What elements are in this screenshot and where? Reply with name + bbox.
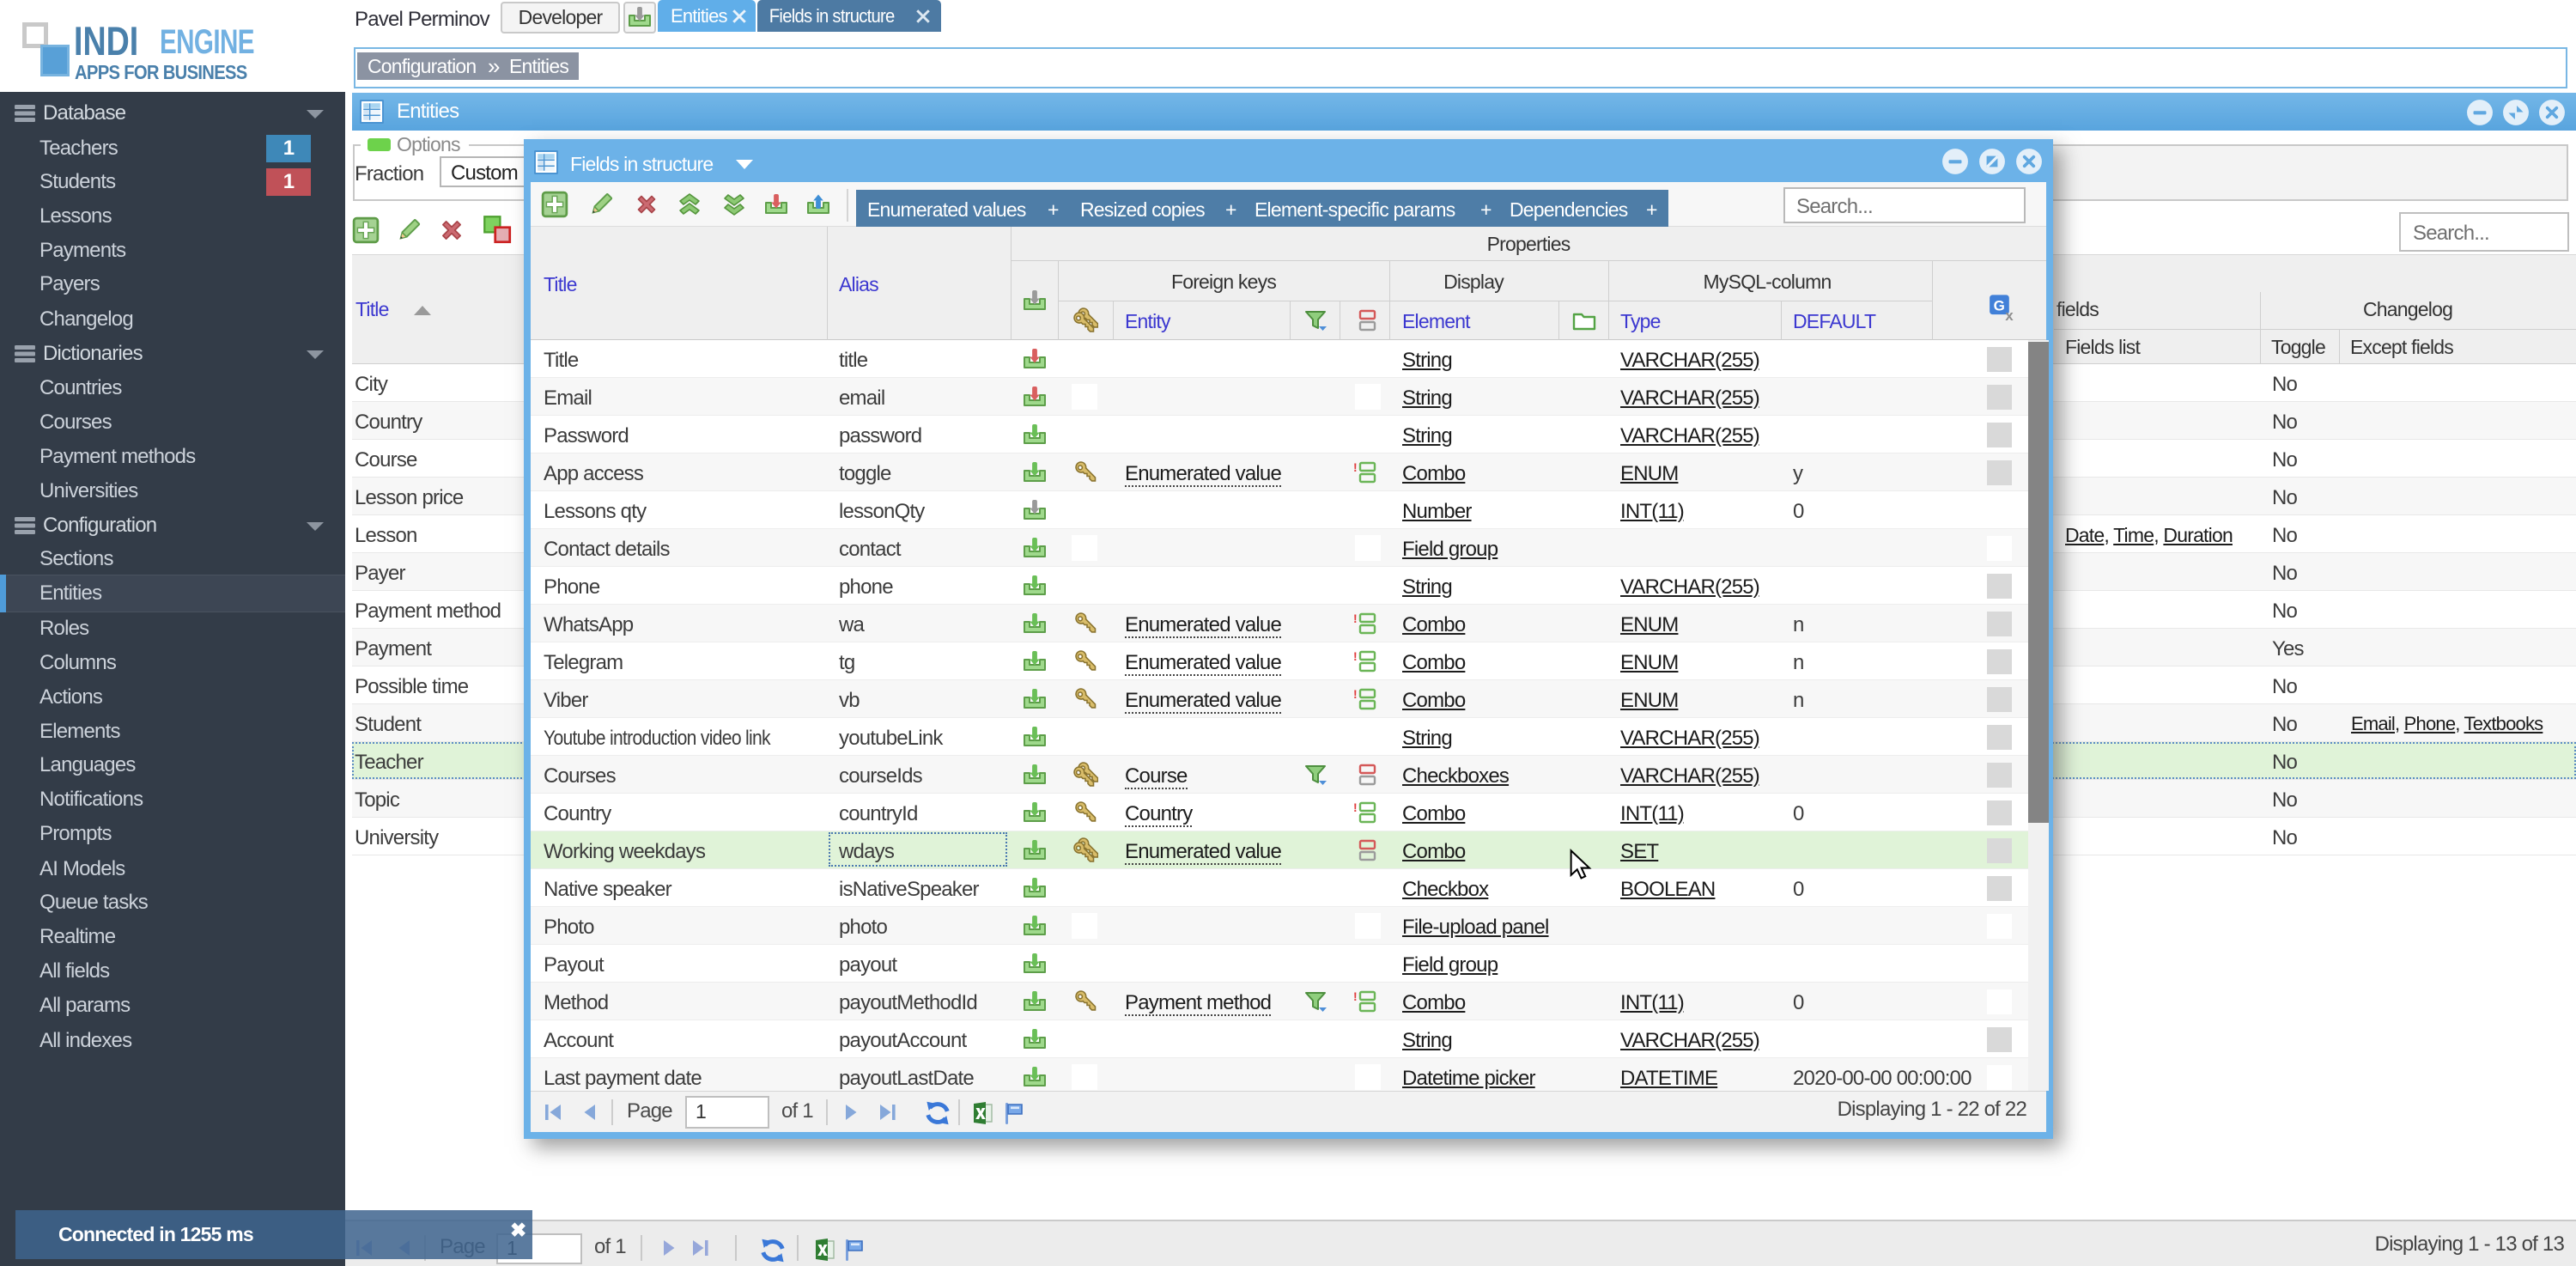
svg-text:G: G (1994, 298, 2005, 314)
svg-text:!: ! (1353, 989, 1357, 1003)
svg-text:!: ! (1353, 687, 1357, 701)
svg-text:!: ! (1353, 649, 1357, 663)
svg-text:x: x (2005, 307, 2014, 321)
svg-text:!: ! (1353, 612, 1357, 625)
svg-text:!: ! (1353, 460, 1357, 474)
svg-text:!: ! (1353, 800, 1357, 814)
